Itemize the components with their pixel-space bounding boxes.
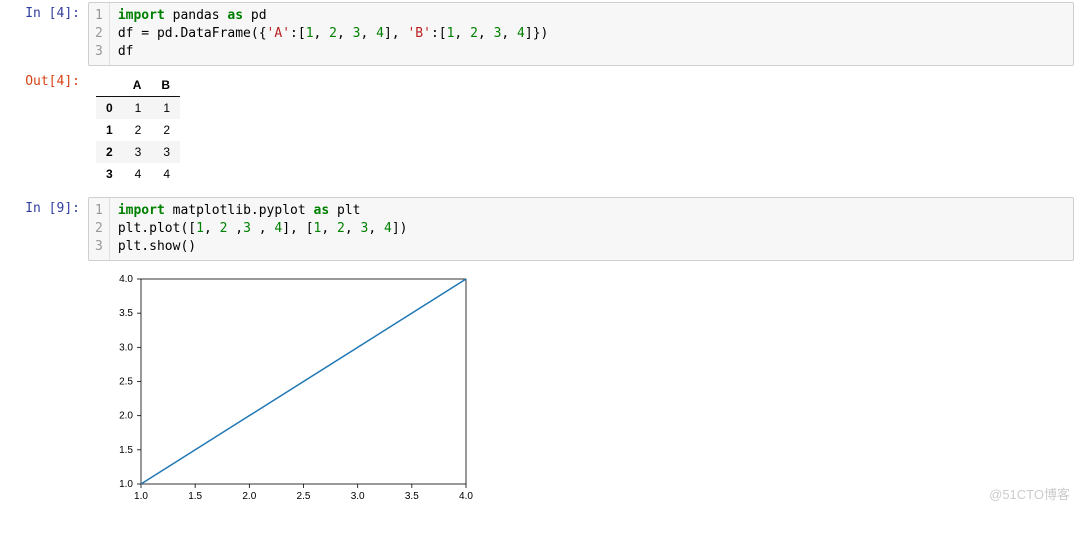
code-content[interactable]: import matplotlib.pyplot as pltplt.plot(… xyxy=(110,198,1073,260)
svg-text:4.0: 4.0 xyxy=(459,491,473,502)
table-row: 122 xyxy=(96,119,180,141)
output-prompt: Out[4]: xyxy=(0,70,88,193)
code-cell-9: In [9]: 123 import matplotlib.pyplot as … xyxy=(0,195,1080,263)
code-content[interactable]: import pandas as pddf = pd.DataFrame({'A… xyxy=(110,3,1073,65)
table-row: 233 xyxy=(96,141,180,163)
svg-text:2.5: 2.5 xyxy=(119,377,133,388)
input-prompt: In [9]: xyxy=(0,197,88,261)
output-prompt-empty xyxy=(0,265,88,509)
svg-text:2.5: 2.5 xyxy=(297,491,311,502)
dataframe-table: AB011122233344 xyxy=(96,74,180,185)
svg-text:1.5: 1.5 xyxy=(119,445,133,456)
code-editor[interactable]: 123 import pandas as pddf = pd.DataFrame… xyxy=(88,2,1074,66)
svg-text:3.5: 3.5 xyxy=(405,491,419,502)
chart-output: 1.0 1.5 2.0 2.5 3.0 3.5 4.0 1.0 1.5 2.0 2.5 3.0 3.5 4… xyxy=(88,265,1080,509)
output-area: AB011122233344 xyxy=(88,70,1080,193)
line-chart: 1.0 1.5 2.0 2.5 3.0 3.5 4.0 1.0 1.5 2.0 2.5 3.0 3.5 4… xyxy=(96,269,476,509)
svg-text:3.0: 3.0 xyxy=(351,491,365,502)
output-cell-4: Out[4]: AB011122233344 xyxy=(0,68,1080,195)
table-row: 344 xyxy=(96,163,180,185)
code-cell-4: In [4]: 123 import pandas as pddf = pd.D… xyxy=(0,0,1080,68)
watermark: @51CTO博客 xyxy=(989,484,1070,503)
line-gutter: 123 xyxy=(89,198,110,260)
svg-text:1.0: 1.0 xyxy=(134,491,148,502)
line-gutter: 123 xyxy=(89,3,110,65)
svg-text:3.5: 3.5 xyxy=(119,308,133,319)
svg-text:1.0: 1.0 xyxy=(119,479,133,490)
svg-text:4.0: 4.0 xyxy=(119,274,133,285)
table-row: 011 xyxy=(96,97,180,120)
code-editor[interactable]: 123 import matplotlib.pyplot as pltplt.p… xyxy=(88,197,1074,261)
svg-text:2.0: 2.0 xyxy=(119,411,133,422)
output-cell-9: 1.0 1.5 2.0 2.5 3.0 3.5 4.0 1.0 1.5 2.0 2.5 3.0 3.5 4… xyxy=(0,263,1080,511)
svg-text:2.0: 2.0 xyxy=(242,491,256,502)
svg-text:3.0: 3.0 xyxy=(119,342,133,353)
input-prompt: In [4]: xyxy=(0,2,88,66)
svg-text:1.5: 1.5 xyxy=(188,491,202,502)
